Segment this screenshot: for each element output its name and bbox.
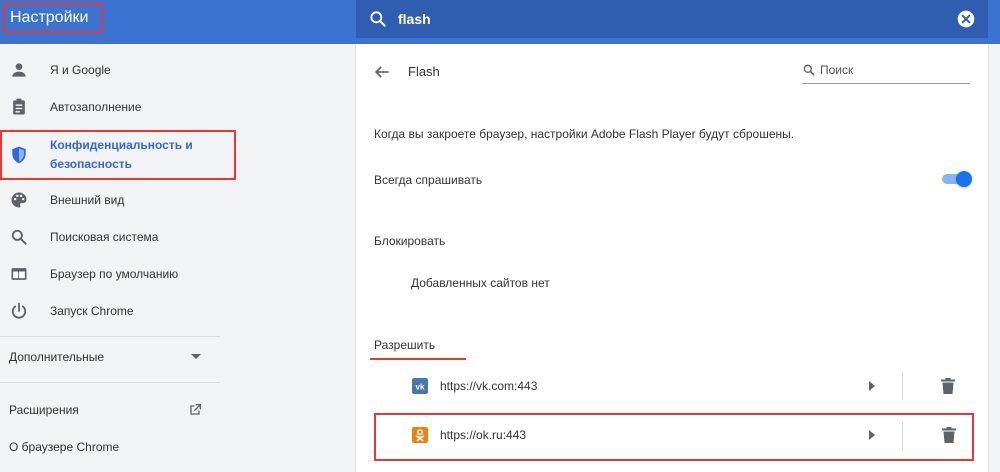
arrow-right-icon[interactable]: [868, 381, 876, 391]
allow-heading-underline: [370, 358, 466, 360]
power-icon: [11, 302, 27, 319]
search-icon: [803, 64, 815, 76]
site-url: https://ok.ru:443: [440, 428, 527, 442]
search-icon: [11, 229, 27, 245]
open-in-new-icon[interactable]: [187, 402, 203, 418]
settings-search-input[interactable]: [398, 6, 938, 32]
app-header: Настройки: [0, 0, 1000, 44]
reset-info-text: Когда вы закроете браузер, настройки Ado…: [374, 127, 795, 141]
flash-settings-card: Flash Когда вы закроете браузер, настрой…: [356, 44, 988, 472]
browser-icon: [11, 268, 27, 280]
clear-search-icon[interactable]: [956, 9, 976, 29]
sidebar-item-label: Браузер по умолчанию: [50, 267, 179, 281]
sidebar-item-default-browser[interactable]: Браузер по умолчанию: [0, 256, 236, 293]
sidebar-item-label: Запуск Chrome: [50, 304, 134, 318]
vk-icon: vk: [412, 378, 428, 394]
allowed-site-row-vk[interactable]: vk https://vk.com:443: [376, 364, 972, 408]
arrow-right-icon[interactable]: [868, 430, 876, 440]
site-search-input[interactable]: [820, 60, 968, 80]
sidebar-item-search-engine[interactable]: Поисковая система: [0, 219, 236, 256]
settings-search-box[interactable]: [356, 0, 988, 38]
search-icon: [370, 11, 386, 27]
sidebar-item-label: Внешний вид: [50, 193, 125, 207]
toggle-knob: [956, 171, 972, 187]
svg-text:vk: vk: [416, 383, 425, 392]
site-search-box[interactable]: [802, 58, 970, 84]
sidebar-item-label: Автозаполнение: [50, 100, 142, 114]
ask-first-toggle[interactable]: [940, 171, 972, 187]
block-empty-text: Добавленных сайтов нет: [411, 276, 550, 290]
sidebar-item-privacy[interactable]: Конфиденциальность и безопасность: [0, 130, 236, 180]
sidebar: Я и Google Автозаполнение Конфиденциальн…: [0, 44, 240, 472]
divider: [0, 336, 220, 337]
allow-section-heading: Разрешить: [374, 338, 436, 352]
page-title: Flash: [408, 64, 440, 79]
sidebar-item-on-startup[interactable]: Запуск Chrome: [0, 293, 236, 330]
sidebar-item-autofill[interactable]: Автозаполнение: [0, 89, 236, 126]
block-section-heading: Блокировать: [374, 234, 446, 248]
sidebar-advanced-toggle[interactable]: Дополнительные: [9, 350, 104, 364]
allowed-site-row-ok[interactable]: https://ok.ru:443: [374, 413, 974, 461]
divider: [0, 382, 220, 383]
app-title: Настройки: [3, 3, 103, 33]
sidebar-item-appearance[interactable]: Внешний вид: [0, 182, 236, 219]
chevron-down-icon[interactable]: [190, 353, 202, 361]
site-url: https://vk.com:443: [440, 379, 538, 393]
ok-icon: [412, 427, 428, 443]
divider: [902, 422, 903, 450]
sidebar-item-label: Я и Google: [50, 63, 111, 77]
trash-icon[interactable]: [941, 378, 955, 394]
sidebar-item-label: Поисковая система: [50, 230, 159, 244]
back-arrow-icon[interactable]: [372, 62, 392, 82]
palette-icon: [11, 192, 27, 208]
clipboard-icon: [13, 98, 25, 115]
sidebar-about-chrome[interactable]: О браузере Chrome: [9, 440, 119, 454]
trash-icon[interactable]: [942, 427, 956, 443]
sidebar-item-label: Конфиденциальность и безопасность: [50, 138, 193, 171]
sidebar-item-you-and-google[interactable]: Я и Google: [0, 52, 236, 89]
person-icon: [12, 63, 26, 77]
shield-icon: [12, 146, 26, 164]
ask-first-label: Всегда спрашивать: [374, 173, 483, 187]
divider: [902, 372, 903, 400]
sidebar-extensions-link[interactable]: Расширения: [9, 403, 79, 417]
